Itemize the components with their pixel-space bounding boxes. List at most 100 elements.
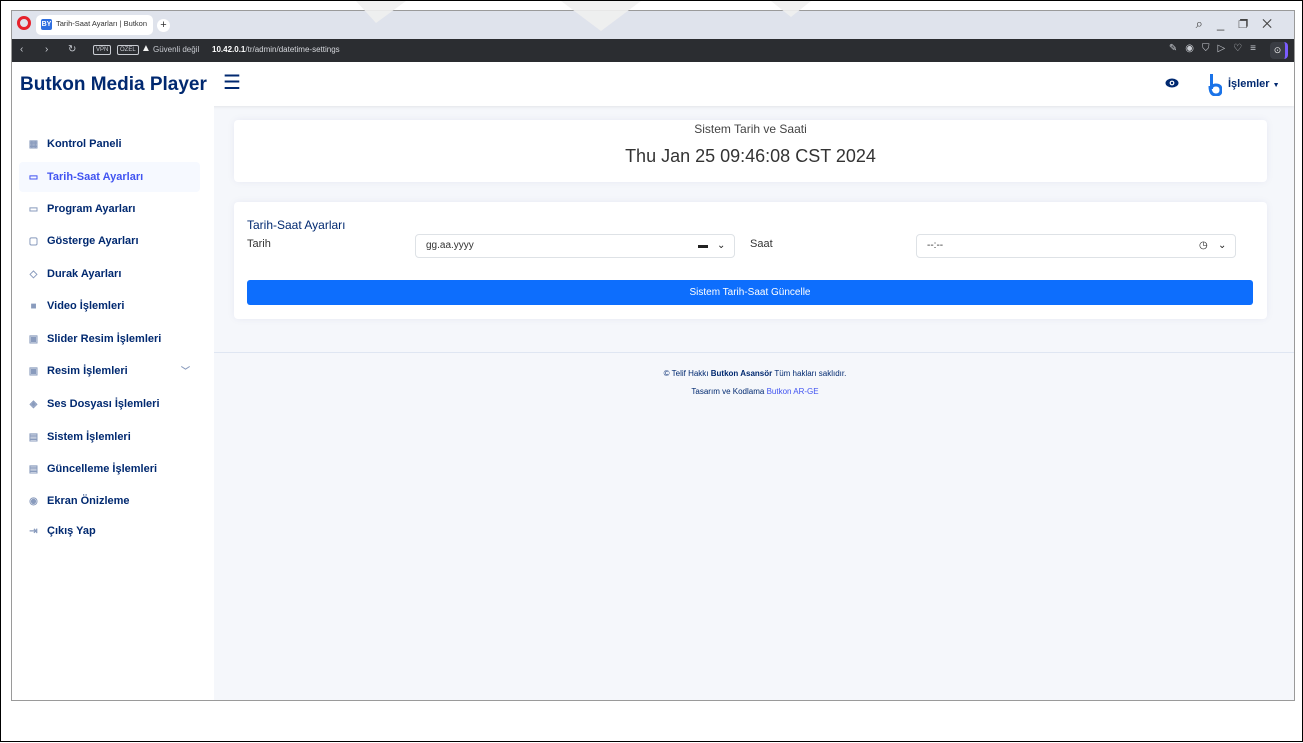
time-label: Saat [750, 238, 773, 250]
chevron-down-icon[interactable]: ﹀ [181, 364, 190, 377]
warning-icon[interactable]: ▲ [141, 43, 151, 54]
screenshot-frame: BY Tarih-Saat Ayarları | Butkon + ⌕_❐✕ ‹… [0, 0, 1303, 742]
system-time-title: Sistem Tarih ve Saati [694, 122, 807, 136]
user-logo-icon[interactable] [1208, 74, 1222, 96]
date-label: Tarih [247, 238, 271, 250]
date-input[interactable]: gg.aa.yyyy ▬ ⌄ [415, 234, 735, 258]
sidebar-item-durak-ayarlari[interactable]: ◇ Durak Ayarları [19, 259, 200, 289]
terminal-icon: ▤ [28, 431, 39, 443]
sidebar-item-label: Sistem İşlemleri [47, 431, 131, 443]
sidebar-item-label: Video İşlemleri [47, 300, 125, 312]
private-badge: ÖZEL [117, 45, 139, 55]
minimize-icon[interactable]: _ [1217, 16, 1238, 31]
extension-icon[interactable]: ⊙ [1270, 42, 1288, 59]
heart-icon[interactable]: ♡ [1233, 43, 1250, 54]
sidebar-item-tarih-saat-ayarlari[interactable]: ▭ Tarih-Saat Ayarları [19, 162, 200, 192]
restore-icon[interactable]: ❐ [1238, 16, 1262, 31]
sidebar-item-label: Ekran Önizleme [47, 495, 130, 507]
audio-icon: ◈ [29, 398, 38, 410]
system-time-value: Thu Jan 25 09:46:08 CST 2024 [625, 146, 876, 166]
new-tab-button[interactable]: + [157, 19, 170, 32]
eye-icon: ◉ [29, 495, 38, 507]
calendar-icon[interactable]: ▬ [698, 235, 708, 257]
chevron-down-icon[interactable]: ⌄ [717, 235, 725, 257]
monitor-icon: ▭ [28, 203, 39, 215]
sidebar-item-video-islemleri[interactable]: ■ Video İşlemleri [19, 291, 200, 321]
search-tabs-icon[interactable]: ⌕ [1196, 16, 1217, 31]
sidebar-item-program-ayarlari[interactable]: ▭ Program Ayarları [19, 194, 200, 224]
image-icon: ▣ [28, 365, 39, 377]
sidebar-item-gosterge-ayarlari[interactable]: ▢ Gösterge Ayarları [19, 226, 200, 256]
sidebar-item-label: Gösterge Ayarları [47, 235, 139, 247]
close-icon[interactable]: ✕ [1262, 16, 1286, 31]
security-label[interactable]: Güvenli değil [153, 45, 199, 54]
caret-down-icon: ▼ [1272, 82, 1280, 89]
video-icon: ■ [30, 300, 37, 312]
sidebar-item-ekran-onizleme[interactable]: ◉ Ekran Önizleme [19, 486, 200, 516]
system-time-card: Sistem Tarih ve Saati Thu Jan 25 09:46:0… [234, 120, 1267, 182]
copyright-prefix: © Telif Hakkı [663, 369, 709, 378]
clock-icon[interactable]: ◷ [1199, 235, 1208, 257]
sidebar-item-sistem-islemleri[interactable]: ▤ Sistem İşlemleri [19, 422, 200, 452]
brand-logo-text[interactable]: Butkon Media Player [20, 74, 207, 96]
footer-divider [214, 352, 1294, 353]
image-icon: ▣ [28, 333, 39, 345]
location-icon: ◇ [29, 268, 38, 280]
sidebar: ▦ Kontrol Paneli ▭ Tarih-Saat Ayarları ▭ Pr… [12, 106, 214, 700]
company-name: Butkon Asansör [710, 369, 773, 378]
window-controls[interactable]: ⌕_❐✕ [1196, 16, 1286, 32]
sidebar-item-ses-dosyasi-islemleri[interactable]: ◈ Ses Dosyası İşlemleri [19, 389, 200, 419]
opera-logo-icon[interactable] [17, 16, 31, 30]
grid-icon: ▦ [28, 138, 39, 150]
vpn-badge[interactable]: VPN [93, 45, 112, 55]
footer-copyright: © Telif Hakkı Butkon Asansör Tüm hakları… [214, 369, 1294, 378]
sidebar-item-label: Tarih-Saat Ayarları [47, 171, 144, 183]
tab-favicon-icon: BY [41, 19, 52, 30]
eye-icon[interactable] [1165, 78, 1179, 88]
time-input[interactable]: --:-- ◷ ⌄ [916, 234, 1236, 258]
sidebar-item-label: Slider Resim İşlemleri [47, 333, 162, 345]
sidebar-item-label: Program Ayarları [47, 203, 136, 215]
design-prefix: Tasarım ve Kodlama [691, 387, 765, 396]
terminal-icon: ▤ [28, 463, 39, 475]
sidebar-item-label: Ses Dosyası İşlemleri [47, 398, 160, 410]
sidebar-item-kontrol-paneli[interactable]: ▦ Kontrol Paneli [19, 129, 200, 159]
sidebar-item-label: Kontrol Paneli [47, 138, 122, 150]
address-bar-actions[interactable]: ✎◉⛉▷♡≡ [1169, 43, 1264, 54]
sidebar-item-label: Resim İşlemleri [47, 365, 128, 377]
sidebar-item-slider-resim-islemleri[interactable]: ▣ Slider Resim İşlemleri [19, 324, 200, 354]
edit-icon[interactable]: ✎ [1169, 43, 1185, 54]
url-path: /tr/admin/datetime-settings [245, 45, 340, 54]
design-link[interactable]: Butkon AR-GE [767, 387, 819, 396]
chevron-down-icon[interactable]: ⌄ [1218, 235, 1226, 257]
camera-icon[interactable]: ◉ [1185, 43, 1202, 54]
browser-tab[interactable]: BY Tarih-Saat Ayarları | Butkon [36, 15, 153, 35]
address-bar: ‹ › ↻ VPN ÖZEL ▲ Güvenli değil 10.42.0.1… [12, 39, 1294, 62]
update-datetime-button[interactable]: Sistem Tarih-Saat Güncelle [247, 280, 1253, 305]
url-field[interactable]: 10.42.0.1/tr/admin/datetime-settings [212, 45, 340, 54]
sidebar-item-label: Güncelleme İşlemleri [47, 463, 158, 475]
menu-icon[interactable]: ≡ [1250, 43, 1264, 54]
user-menu-dropdown[interactable]: İşlemler ▼ [1228, 78, 1280, 90]
play-icon[interactable]: ▷ [1217, 43, 1233, 54]
reload-icon[interactable]: ↻ [68, 44, 76, 55]
sidebar-item-resim-islemleri[interactable]: ▣ Resim İşlemleri ﹀ [19, 356, 200, 386]
time-input-value: --:-- [927, 240, 944, 251]
tab-title: Tarih-Saat Ayarları | Butkon [56, 19, 148, 28]
logout-icon: ⇥ [29, 525, 38, 537]
datetime-form-card: Tarih-Saat Ayarları Tarih gg.aa.yyyy ▬ ⌄… [234, 202, 1267, 319]
shield-icon[interactable]: ⛉ [1202, 43, 1218, 54]
app-header: Butkon Media Player ☰ İşlemler ▼ [12, 62, 1294, 106]
hamburger-menu-icon[interactable]: ☰ [223, 73, 241, 93]
date-input-value: gg.aa.yyyy [426, 240, 474, 251]
sidebar-item-guncelleme-islemleri[interactable]: ▤ Güncelleme İşlemleri [19, 454, 200, 484]
rights-text: Tüm hakları saklıdır. [774, 369, 847, 378]
footer-credits: Tasarım ve Kodlama Butkon AR-GE [214, 387, 1294, 396]
browser-window: BY Tarih-Saat Ayarları | Butkon + ⌕_❐✕ ‹… [11, 10, 1295, 701]
form-title: Tarih-Saat Ayarları [247, 218, 346, 232]
forward-icon[interactable]: › [45, 44, 48, 55]
url-host: 10.42.0.1 [212, 45, 246, 54]
sidebar-item-cikis-yap[interactable]: ⇥ Çıkış Yap [19, 516, 200, 546]
back-icon[interactable]: ‹ [20, 44, 23, 55]
tab-bar: BY Tarih-Saat Ayarları | Butkon + ⌕_❐✕ [12, 11, 1294, 39]
